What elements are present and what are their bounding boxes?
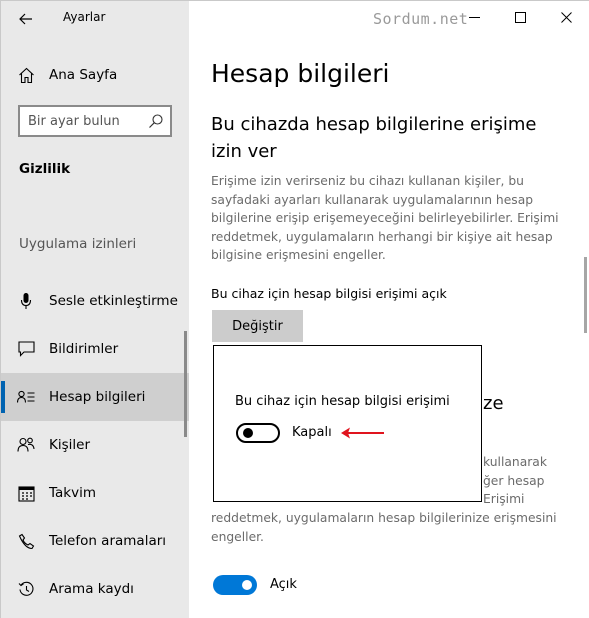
app-access-toggle[interactable] [213,575,257,595]
device-access-dialog: Bu cihaz için hesap bilgisi erişimi Kapa… [213,345,482,502]
minimize-button[interactable] [451,1,497,33]
partial-desc-line: ğer hesap [483,473,545,488]
section-heading-device-access: Bu cihazda hesap bilgilerine erişime izi… [211,114,537,162]
sidebar-item-phone-calls[interactable]: Telefon aramaları [1,517,189,565]
sidebar-item-label: Hesap bilgileri [49,389,146,405]
search-box[interactable] [18,105,172,137]
sidebar-item-notifications[interactable]: Bildirimler [1,325,189,373]
group-label-app-permissions: Uygulama izinleri [19,236,137,252]
phone-icon [17,532,35,550]
sidebar-item-calendar[interactable]: Takvim [1,469,189,517]
sidebar-item-account-info[interactable]: Hesap bilgileri [1,373,189,421]
microphone-icon [17,292,35,310]
sidebar-item-home[interactable]: Ana Sayfa [1,51,189,99]
red-arrow-icon [341,427,384,439]
settings-window: Ayarlar Ana Sayfa Gizlilik Uygulama izin… [0,0,589,618]
partial-section-heading: ze [483,393,504,414]
sidebar-item-label: Bildirimler [49,341,119,357]
app-access-description: reddetmek, uygulamaların hesap bilgileri… [211,511,557,544]
back-button[interactable] [11,7,41,31]
sidebar-item-label: Ana Sayfa [49,67,118,83]
sidebar-item-contacts[interactable]: Kişiler [1,421,189,469]
device-access-status: Bu cihaz için hesap bilgisi erişimi açık [211,286,447,301]
sidebar-item-label: Telefon aramaları [49,533,167,549]
page-title: Hesap bilgileri [211,59,390,88]
partial-section-description: kullanarak ğer hesap Erişimi [483,453,573,509]
app-access-toggle-label: Açık [270,577,297,592]
maximize-button[interactable] [497,1,543,33]
sidebar-item-label: Kişiler [49,437,90,453]
sidebar: Ayarlar Ana Sayfa Gizlilik Uygulama izin… [1,1,189,618]
close-icon [560,11,572,23]
home-icon [17,66,35,84]
section-heading-privacy: Gizlilik [19,161,71,177]
app-title: Ayarlar [63,10,106,24]
account-info-icon [17,388,35,406]
device-access-toggle-label: Kapalı [292,425,332,440]
toggle-knob [243,428,253,438]
sidebar-item-label: Arama kaydı [49,581,134,597]
calendar-icon [17,484,35,502]
device-access-description: Erişime izin verirseniz bu cihazı kullan… [211,174,559,262]
back-arrow-icon [19,13,32,25]
sidebar-scrollbar[interactable] [184,331,187,437]
partial-desc-line: kullanarak [483,455,547,469]
close-button[interactable] [543,1,589,33]
dialog-title: Bu cihaz için hesap bilgisi erişimi [235,394,450,409]
call-history-icon [17,580,35,598]
sidebar-item-label: Takvim [49,485,96,501]
sidebar-item-label: Sesle etkinleştirme [49,293,178,309]
change-button[interactable]: Değiştir [212,310,303,342]
maximize-icon [514,11,526,23]
contacts-icon [17,436,35,454]
selection-indicator [1,381,5,413]
device-access-toggle[interactable] [236,423,280,443]
sidebar-item-voice-activation[interactable]: Sesle etkinleştirme [1,277,189,325]
search-icon[interactable] [148,113,164,129]
search-input[interactable] [20,107,146,135]
toggle-knob [242,580,252,590]
minimize-icon [468,16,480,18]
sidebar-item-call-history[interactable]: Arama kaydı [1,565,189,613]
main-scrollbar[interactable] [584,257,587,333]
notification-icon [17,340,35,358]
partial-desc-line: Erişimi [483,492,525,506]
